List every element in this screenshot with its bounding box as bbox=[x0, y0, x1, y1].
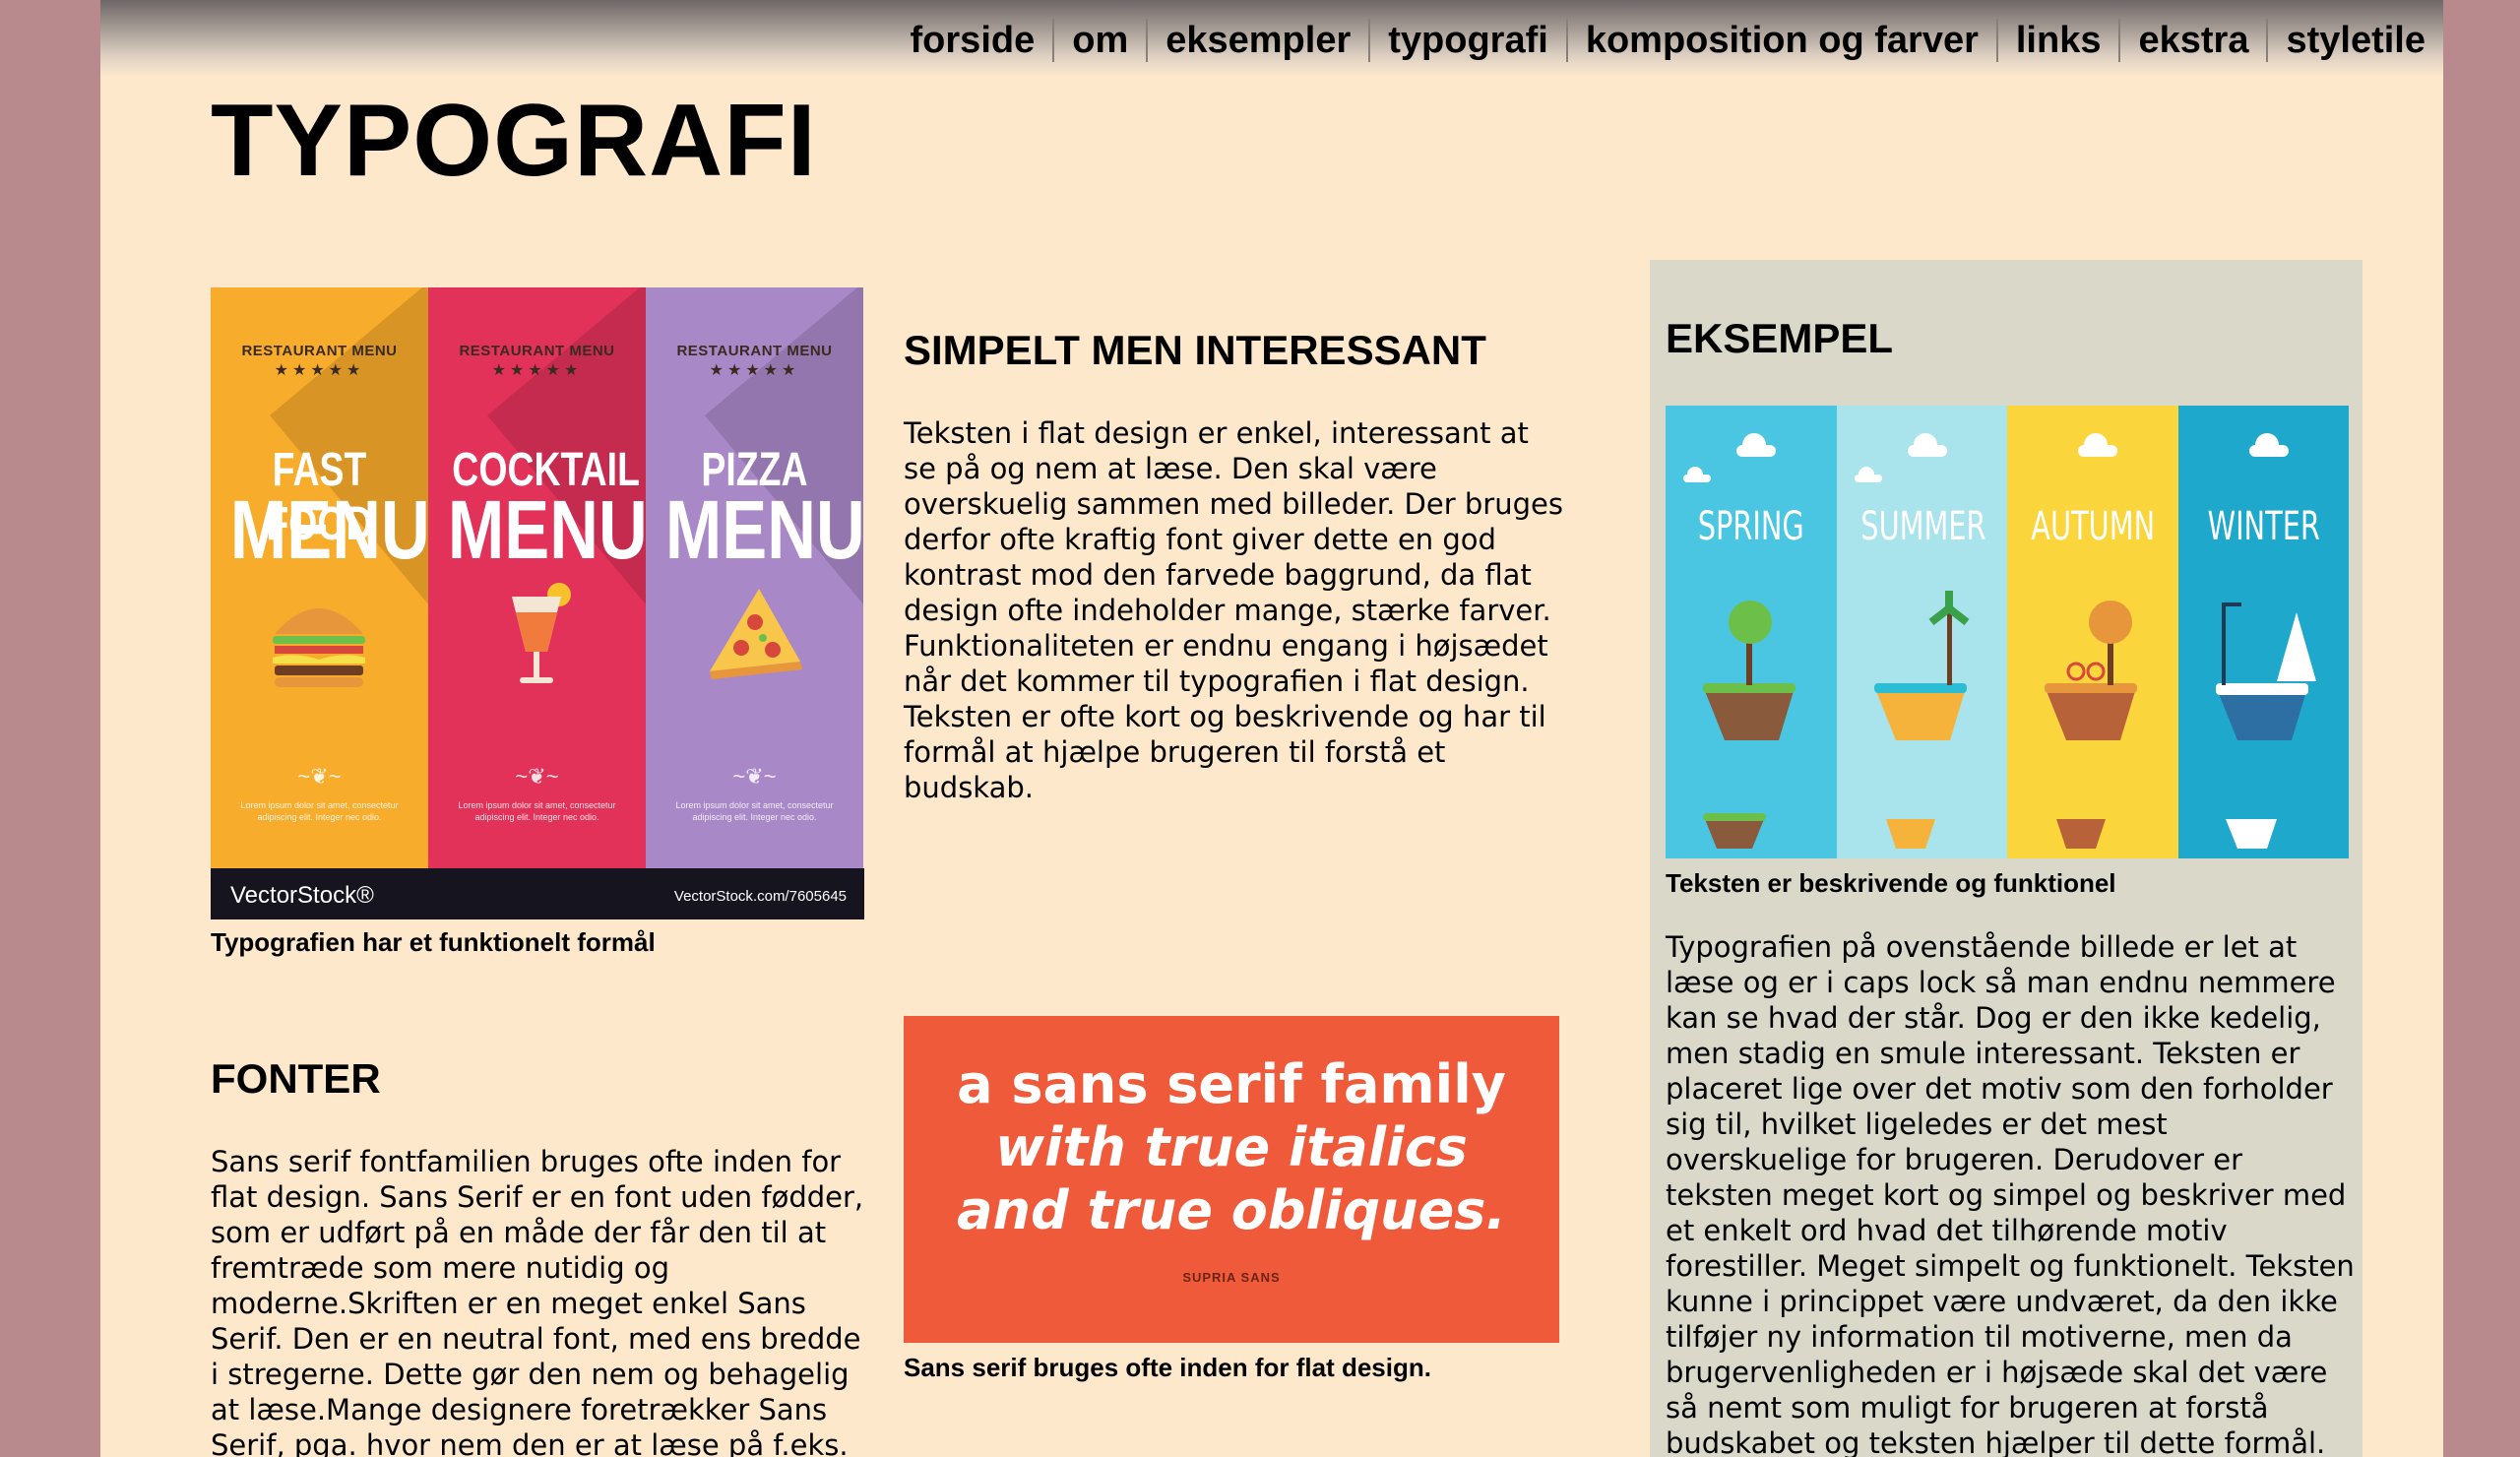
section-heading-fonter: FONTER bbox=[211, 1055, 381, 1102]
menu-panel-label: RESTAURANT MENU bbox=[459, 343, 615, 359]
menu-panel-subtitle: MENU bbox=[664, 483, 863, 576]
menu-panel-stars: ★★★★★ bbox=[709, 362, 800, 379]
watermark-logo: VectorStock® bbox=[230, 882, 374, 909]
nav-komposition-og-farver[interactable]: komposition og farver bbox=[1568, 16, 1996, 65]
menu-panel-label: RESTAURANT MENU bbox=[676, 343, 833, 359]
burger-icon bbox=[273, 608, 365, 687]
section-text-fonter: Sans serif fontfamilien bruges ofte inde… bbox=[211, 1145, 864, 1457]
section-heading-simpelt: SIMPELT MEN INTERESSANT bbox=[904, 327, 1486, 373]
font-sample-tag: SUPRIA SANS bbox=[1182, 1270, 1281, 1285]
menu-panel-stars: ★★★★★ bbox=[491, 362, 583, 379]
aside-heading: EKSEMPEL bbox=[1666, 315, 1894, 361]
floating-island-spring-icon bbox=[1683, 433, 1796, 849]
menu-image-caption: Typografien har et funktionelt formål bbox=[211, 927, 656, 957]
menu-panel-cocktail: RESTAURANT MENU ★★★★★ COCKTAIL MENU ~❦~ … bbox=[428, 287, 646, 868]
menu-panel-fast-food: RESTAURANT MENU ★★★★★ FAST FOOD MENU ~❦~… bbox=[211, 287, 428, 868]
aside-text: Typografien på ovenstående billede er le… bbox=[1666, 930, 2355, 1457]
cocktail-icon bbox=[512, 583, 571, 683]
menu-panel-pizza: RESTAURANT MENU ★★★★★ PIZZA MENU ~❦~ Lor… bbox=[646, 287, 863, 868]
font-sample-image: a sans serif family with true italics an… bbox=[904, 1016, 1559, 1343]
nav-styletile[interactable]: styletile bbox=[2268, 16, 2443, 65]
vectorstock-watermark-bar: VectorStock® VectorStock.com/7605645 bbox=[211, 868, 864, 919]
menu-panel-stars: ★★★★★ bbox=[274, 362, 365, 379]
menu-panel-subtitle: MENU bbox=[447, 483, 646, 576]
nav-links[interactable]: links bbox=[1998, 16, 2119, 65]
nav-eksempler[interactable]: eksempler bbox=[1148, 16, 1368, 65]
floating-island-winter-icon bbox=[2215, 433, 2316, 849]
season-name: AUTUMN bbox=[2031, 504, 2156, 549]
font-sample-line-1: a sans serif family bbox=[957, 1053, 1506, 1115]
nav-forside[interactable]: forside bbox=[893, 16, 1053, 65]
main-nav: forside om eksempler typografi kompositi… bbox=[893, 16, 2443, 65]
menu-panel-flourish: ~❦~ bbox=[515, 764, 559, 789]
seasons-image-caption: Teksten er beskrivende og funktionel bbox=[1666, 868, 2116, 898]
season-panel-winter: WINTER bbox=[2177, 406, 2349, 858]
floating-island-summer-icon bbox=[1854, 433, 1969, 849]
menu-panel-flourish: ~❦~ bbox=[297, 764, 342, 789]
nav-om[interactable]: om bbox=[1054, 16, 1146, 65]
font-image-caption: Sans serif bruges ofte inden for flat de… bbox=[904, 1353, 1431, 1382]
seasons-image: SPRING SUMMER AUTUMN WINTER bbox=[1666, 406, 2349, 858]
season-name: WINTER bbox=[2207, 504, 2320, 549]
pizza-icon bbox=[710, 589, 802, 679]
page-title: TYPOGRAFI bbox=[211, 84, 817, 198]
font-sample-line-3: and true obliques. bbox=[957, 1179, 1506, 1241]
page-content: forside om eksempler typografi kompositi… bbox=[100, 0, 2443, 1457]
menu-panel-label: RESTAURANT MENU bbox=[241, 343, 398, 359]
menu-panel-subtitle: MENU bbox=[229, 483, 428, 576]
season-panel-summer: SUMMER bbox=[1836, 406, 2007, 858]
nav-typografi[interactable]: typografi bbox=[1370, 16, 1566, 65]
season-panel-spring: SPRING bbox=[1666, 406, 1837, 858]
section-text-simpelt: Teksten i flat design er enkel, interess… bbox=[904, 416, 1563, 804]
menu-panel-fine-print: Lorem ipsum dolor sit amet, consectetur … bbox=[240, 800, 399, 822]
restaurant-menu-image: RESTAURANT MENU ★★★★★ FAST FOOD MENU ~❦~… bbox=[211, 287, 864, 919]
season-name: SPRING bbox=[1697, 504, 1804, 549]
season-name: SUMMER bbox=[1859, 504, 1986, 549]
watermark-url: VectorStock.com/7605645 bbox=[673, 888, 847, 905]
menu-panel-fine-print: Lorem ipsum dolor sit amet, consectetur … bbox=[458, 800, 616, 822]
font-sample-line-2: with true italics bbox=[995, 1116, 1468, 1178]
menu-panel-flourish: ~❦~ bbox=[732, 764, 777, 789]
menu-panel-fine-print: Lorem ipsum dolor sit amet, consectetur … bbox=[675, 800, 834, 822]
nav-ekstra[interactable]: ekstra bbox=[2120, 16, 2266, 65]
season-panel-autumn: AUTUMN bbox=[2007, 406, 2178, 858]
floating-island-autumn-icon bbox=[2045, 433, 2137, 849]
